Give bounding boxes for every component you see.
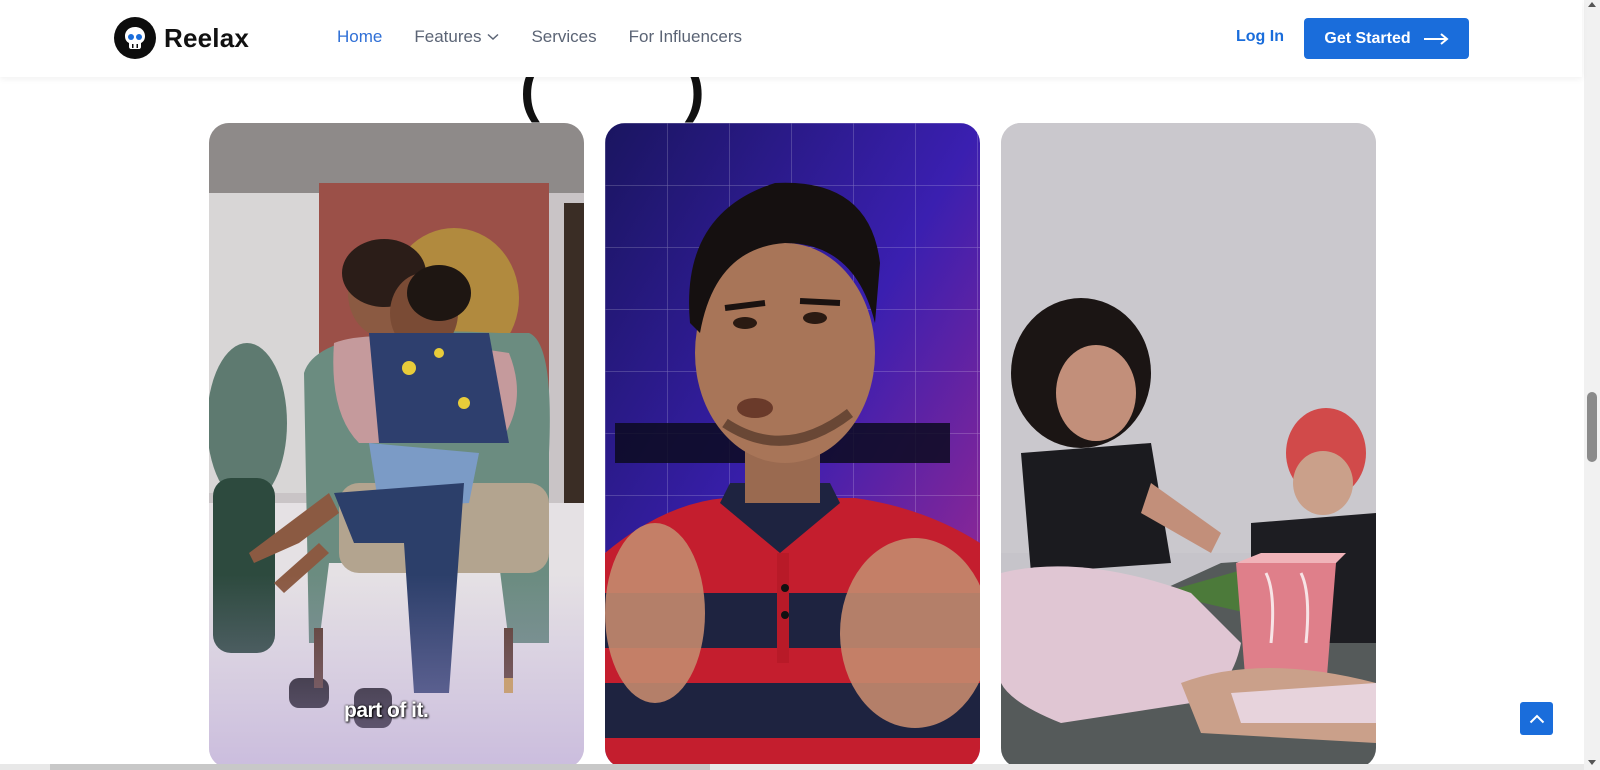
site-header: Reelax Home Features Services For Influe… [0, 0, 1582, 77]
nav-item-features-label: Features [414, 27, 482, 46]
video-card-3[interactable] [1001, 123, 1376, 768]
chevron-down-icon [487, 33, 499, 41]
nav-item-features[interactable]: Features [414, 27, 499, 47]
video-card-2[interactable] [605, 123, 980, 768]
skull-logo-icon [114, 17, 156, 59]
get-started-label: Get Started [1324, 29, 1411, 47]
brand-logo[interactable]: Reelax [114, 17, 249, 59]
chevron-up-icon [1529, 714, 1544, 723]
scroll-up-arrow-icon[interactable] [1588, 2, 1596, 7]
back-to-top-button[interactable] [1520, 702, 1553, 735]
video-thumbnail-man-speaking [605, 123, 980, 768]
video-thumbnail-woman-boy-gift [1001, 123, 1376, 768]
scroll-down-arrow-icon[interactable] [1588, 760, 1596, 765]
main-nav: Home Features Services For Influencers [337, 27, 742, 47]
horizontal-scrollbar[interactable] [0, 764, 1584, 770]
video-card-1[interactable]: part of it. [209, 123, 584, 768]
arrow-right-icon [1423, 32, 1449, 45]
brand-name: Reelax [164, 22, 250, 53]
horizontal-scrollbar-thumb[interactable] [50, 764, 710, 770]
nav-item-for-influencers[interactable]: For Influencers [629, 27, 742, 47]
nav-item-services[interactable]: Services [531, 27, 596, 47]
vertical-scrollbar[interactable] [1584, 0, 1600, 770]
nav-item-home[interactable]: Home [337, 27, 382, 47]
get-started-button[interactable]: Get Started [1304, 18, 1469, 59]
video-caption: part of it. [344, 699, 429, 722]
video-thumbnail-mother-child [209, 123, 584, 768]
scrollbar-thumb[interactable] [1587, 392, 1597, 462]
login-link[interactable]: Log In [1236, 28, 1284, 46]
